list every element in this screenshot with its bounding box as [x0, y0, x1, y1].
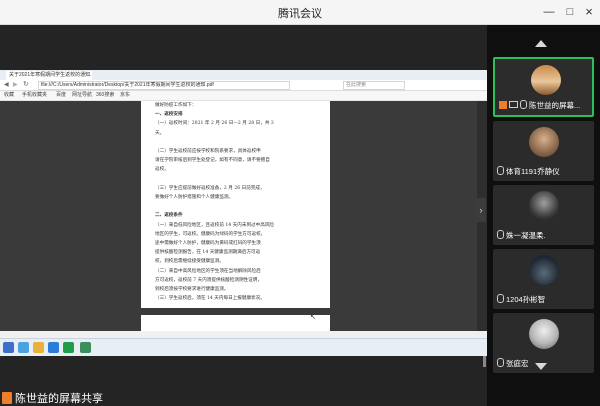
folder-icon[interactable] [33, 342, 44, 353]
title-bar: 腾讯会议 — □ × [0, 0, 600, 24]
scroll-down-icon[interactable] [535, 363, 547, 370]
minimize-icon[interactable]: — [540, 3, 558, 21]
sharer-label: 陈世益的屏幕共享 [2, 390, 103, 405]
document-line: 提供核酸检测报告，在 14 天健康监测期满后方可返 [155, 250, 261, 256]
bookmarks-bar: 收藏 手机收藏夹 百度 网址导航 360搜索 京东 [0, 91, 487, 101]
mic-muted-icon [497, 230, 504, 239]
mouse-cursor-icon: ↖ [310, 314, 316, 321]
ie-icon[interactable] [18, 342, 29, 353]
pdf-viewer: 做好防疫工作如下： 一、返校安排 （一）返校时间：2021 年 2 月 26 日—2… [0, 101, 487, 333]
bookmark-item[interactable]: 360搜索 [96, 92, 114, 99]
avatar [529, 255, 559, 285]
browser-address-bar: ◀ ▶ ↻ file:///C:/Users/Administrator/Des… [0, 80, 487, 91]
meeting-app-icon[interactable] [80, 342, 91, 353]
refresh-icon[interactable]: ↻ [23, 80, 29, 88]
word-icon[interactable] [48, 342, 59, 353]
document-line: 地区的学生，可返校。健康码为绿码的学生方可返校， [155, 231, 266, 237]
bookmark-item[interactable]: 网址导航 [72, 92, 92, 99]
avatar [529, 319, 559, 349]
document-line: （一）返校时间：2021 年 2 月 26 日—2 月 28 日，共 3 [155, 121, 274, 127]
shared-browser-window: 关于2021年寒假期间学生返校的通知... ◀ ▶ ↻ file:///C:/U… [0, 70, 487, 367]
participant-tile[interactable]: 1204孙彬智 [493, 249, 594, 309]
document-heading: 一、返校安排 [155, 112, 183, 118]
avatar [529, 127, 559, 157]
document-line: （三）学生返校后，须在 14 天内每日上报健康状况。 [155, 296, 265, 302]
document-line: 方可返校，返校前 7 天内须提供核酸检测阴性证明， [155, 277, 262, 283]
browser-tab[interactable]: 关于2021年寒假期间学生返校的通知... [6, 71, 92, 80]
document-heading: 二、返校条件 [155, 213, 183, 219]
document-line: 天。 [155, 130, 165, 136]
participant-tile[interactable]: 姝一凝温柔. [493, 185, 594, 245]
avatar [531, 65, 561, 95]
document-line: （二）来自中高风险地区的学生须在当地解除风险后 [155, 268, 261, 274]
document-line: 请在学院审核后到学生处登记，如有不同意，请不要擅自 [155, 158, 270, 164]
browser-tab-strip: 关于2021年寒假期间学生返校的通知... [0, 70, 487, 80]
document-line: （一）来自低风险地区，且返校前 14 天内未到过中高风险 [155, 222, 275, 228]
bookmark-item[interactable]: 百度 [56, 92, 66, 99]
screen-share-icon [509, 101, 518, 108]
participant-name: 姝一凝温柔. [506, 231, 546, 240]
participant-sidebar: 陈世益的屏幕... 体育1191乔静仪 姝一凝温柔. 1204孙彬智 张庭宏 [487, 25, 600, 406]
document-line: 到校后须按学校要求进行健康监测。 [155, 287, 229, 293]
window-title: 腾讯会议 [278, 8, 322, 20]
mic-muted-icon [497, 294, 504, 303]
document-line: 返校。 [155, 167, 169, 173]
excel-icon[interactable] [63, 342, 74, 353]
bookmark-item[interactable]: 手机收藏夹 [22, 92, 47, 99]
document-line: （三）学生应提前做好返校准备，2 月 26 日前完成， [155, 185, 265, 191]
document-line: （二）学生返校前应按学校和院系要求，具体返校申 [155, 149, 261, 154]
maximize-icon[interactable]: □ [561, 3, 579, 21]
mic-muted-icon [497, 358, 504, 367]
participant-tile[interactable]: 体育1191乔静仪 [493, 121, 594, 181]
collapse-sidebar-button[interactable]: › [476, 198, 486, 222]
forward-icon[interactable]: ▶ [13, 81, 18, 88]
bookmark-item[interactable]: 收藏 [4, 92, 14, 99]
participant-name: 张庭宏 [506, 359, 529, 368]
avatar [529, 191, 559, 221]
url-field[interactable]: file:///C:/Users/Administrator/Desktop/关… [38, 81, 290, 90]
mic-muted-icon [497, 166, 504, 175]
document-line: 校，到校后需继续接受健康监测。 [155, 259, 224, 265]
start-icon[interactable] [3, 342, 14, 353]
bookmark-item[interactable]: 京东 [120, 92, 130, 99]
host-icon [499, 101, 507, 109]
participant-name: 1204孙彬智 [506, 295, 546, 304]
pdf-page: 做好防疫工作如下： 一、返校安排 （一）返校时间：2021 年 2 月 26 日—2… [141, 101, 330, 308]
back-icon[interactable]: ◀ [4, 81, 9, 88]
mic-icon [520, 100, 527, 109]
participant-name: 陈世益的屏幕... [529, 101, 581, 110]
document-line: 要做好个人防护措施和个人健康监测。 [155, 195, 234, 200]
browser-status-bar [0, 331, 487, 338]
screen-share-icon [2, 392, 12, 404]
close-icon[interactable]: × [580, 3, 598, 21]
windows-taskbar [0, 338, 487, 356]
participant-tile[interactable]: 陈世益的屏幕... [493, 57, 594, 117]
participant-name: 体育1191乔静仪 [506, 167, 560, 176]
scroll-up-icon[interactable] [535, 40, 547, 47]
document-line: 做好防疫工作如下： [155, 103, 197, 108]
document-text: 做好防疫工作如下： 一、返校安排 （一）返校时间：2021 年 2 月 26 日—2… [155, 101, 319, 303]
browser-search-field[interactable]: 在此搜索 [343, 81, 405, 90]
document-line: 途中需做好个人防护，健康码为黄码或红码的学生须 [155, 241, 261, 246]
